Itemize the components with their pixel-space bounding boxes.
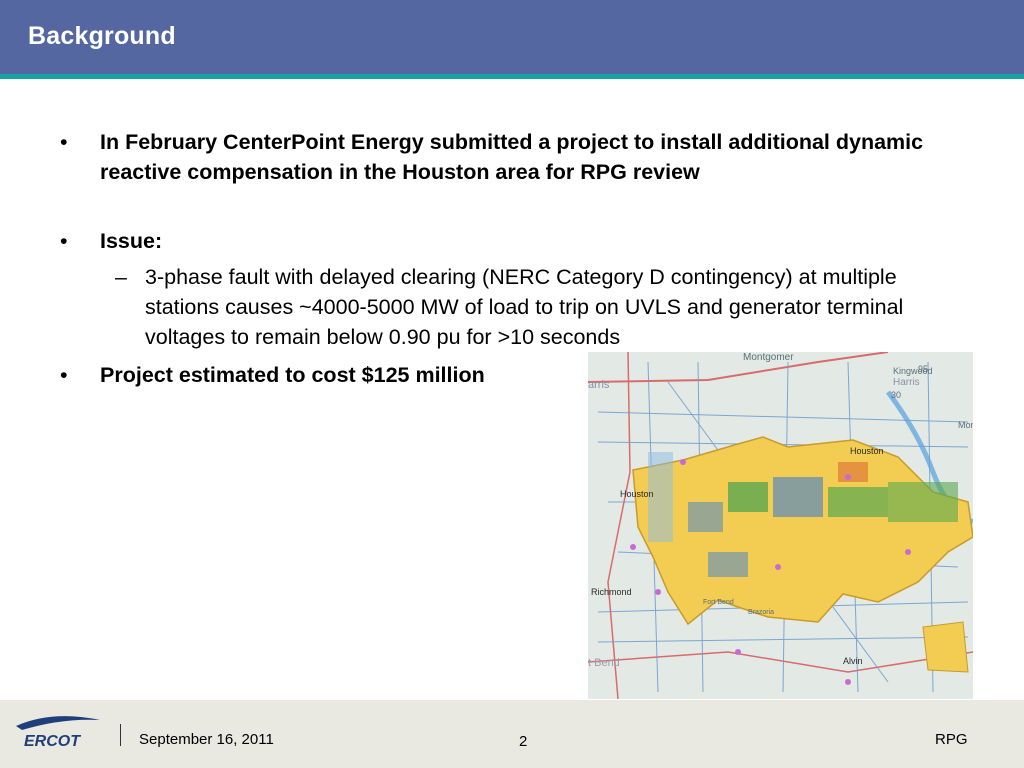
bullet-text: In February CenterPoint Energy submitted… [100, 130, 924, 184]
slide-title: Background [28, 22, 176, 50]
map-label: Alvin [843, 656, 863, 666]
bullet-dot-icon: • [60, 130, 68, 154]
footer-date: September 16, 2011 [139, 731, 274, 748]
map-label: Mon [958, 420, 973, 430]
title-bar-accent-rule [0, 74, 1024, 79]
houston-area-map: Montgomer Kingwood Harris 95 30 arris Mo… [588, 352, 973, 699]
affected-load-area [922, 621, 969, 673]
bullet-dot-icon: • [60, 363, 68, 387]
map-label: Richmond [591, 587, 632, 597]
map-label: Houston [620, 489, 654, 499]
footer-divider [120, 724, 121, 746]
page-number: 2 [519, 733, 528, 750]
map-label: 95 [918, 364, 928, 374]
map-label: Fort Bend [703, 599, 734, 606]
logo-text: ERCOT [24, 733, 81, 750]
bullet-text: Issue: [100, 229, 163, 253]
map-label: t Bend [588, 657, 620, 669]
ercot-logo: ERCOT [16, 716, 100, 750]
footer-section-label: RPG [935, 731, 968, 748]
map-label: Brazoria [748, 609, 774, 616]
dash-icon: – [115, 265, 127, 289]
sub-bullet-text: 3-phase fault with delayed clearing (NER… [145, 265, 904, 349]
map-label: Montgomer [743, 352, 794, 363]
bullet-dot-icon: • [60, 229, 68, 253]
map-label: arris [588, 379, 610, 391]
map-label: Houston [850, 446, 884, 456]
map-label: 30 [891, 390, 901, 400]
map-label: Harris [893, 377, 920, 388]
